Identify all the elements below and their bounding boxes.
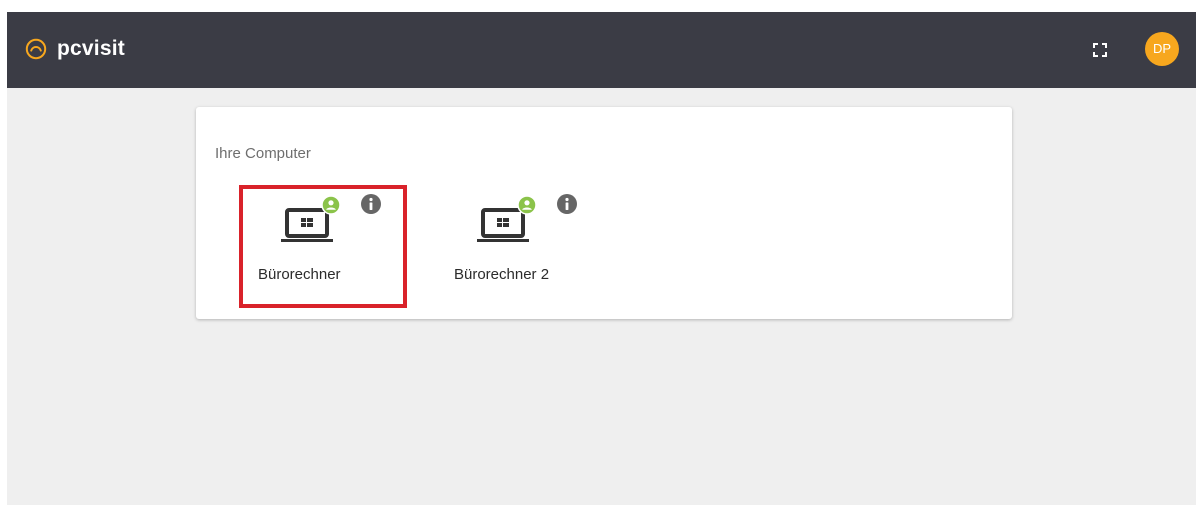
- computer-name: Bürorechner 2: [454, 266, 550, 283]
- pcvisit-logo-icon: [25, 38, 47, 60]
- user-online-icon: [321, 195, 341, 215]
- computer-tile-buerorechner[interactable]: Bürorechner: [238, 171, 408, 295]
- computer-name: Bürorechner: [258, 266, 341, 283]
- user-avatar[interactable]: DP: [1145, 32, 1179, 66]
- section-title: Ihre Computer: [215, 145, 311, 162]
- fullscreen-icon[interactable]: [1089, 39, 1111, 61]
- brand-name: pcvisit: [57, 37, 125, 60]
- info-icon[interactable]: [360, 193, 382, 215]
- computer-tile-buerorechner-2[interactable]: Bürorechner 2: [434, 171, 604, 295]
- brand-home-link[interactable]: pcvisit: [25, 34, 125, 64]
- top-bar: pcvisit DP: [7, 12, 1196, 88]
- user-online-icon: [517, 195, 537, 215]
- computers-card: Ihre Computer Bürorechner Bürorechner 2: [196, 107, 1012, 319]
- info-icon[interactable]: [556, 193, 578, 215]
- app-window: pcvisit DP Ihre Computer Bürorechner Bür…: [7, 12, 1196, 505]
